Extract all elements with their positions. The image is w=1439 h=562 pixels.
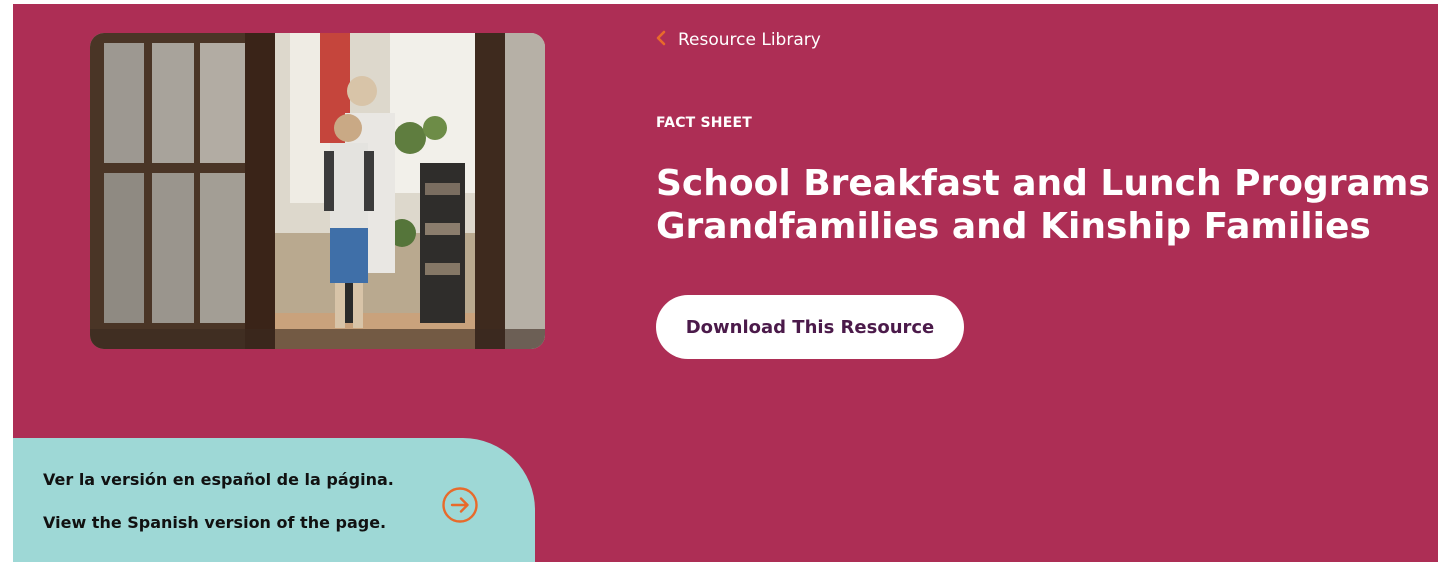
download-resource-button[interactable]: Download This Resource (656, 295, 964, 359)
breadcrumb-resource-library-link[interactable]: Resource Library (656, 28, 821, 52)
hero-image (90, 33, 545, 349)
chevron-left-icon (656, 30, 666, 50)
page-title-line-2: Grandfamilies and Kinship Families (656, 206, 1371, 247)
arrow-right-circle-icon[interactable] (441, 486, 479, 524)
resource-type-label: FACT SHEET (656, 115, 752, 131)
page-title-line-1: School Breakfast and Lunch Programs for (656, 163, 1438, 204)
spanish-version-panel[interactable]: Ver la versión en español de la página. … (13, 438, 535, 562)
breadcrumb-label: Resource Library (678, 30, 821, 50)
spanish-version-text-en: View the Spanish version of the page. (43, 513, 387, 532)
page-title: School Breakfast and Lunch Programs for … (656, 162, 1438, 248)
spanish-version-text-es: Ver la versión en español de la página. (43, 470, 394, 489)
hero-section: Resource Library FACT SHEET School Break… (13, 4, 1438, 562)
